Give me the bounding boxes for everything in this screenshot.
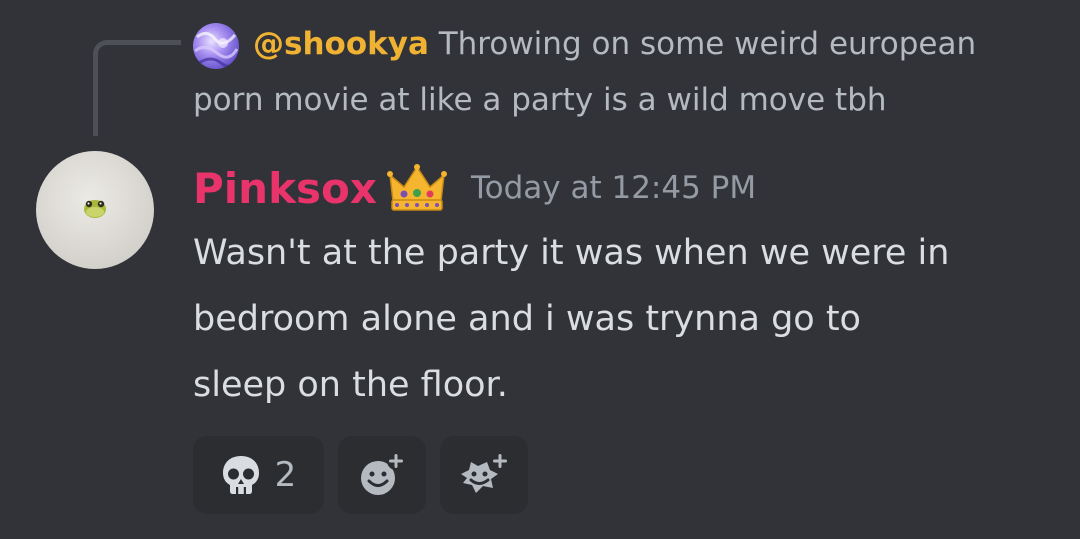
add-reaction-icon [361, 452, 405, 495]
reply-text-line1: Throwing on some weird european [438, 26, 977, 62]
reply-avatar-image [193, 23, 239, 69]
reply-preview-line1[interactable]: @shookya Throwing on some weird european [253, 22, 976, 66]
reply-avatar[interactable] [193, 23, 239, 69]
message-header: Pinksox Today at 12:45 PM [193, 158, 756, 218]
reply-text-line2[interactable]: porn movie at like a party is a wild mov… [193, 78, 887, 122]
add-super-reaction-icon [461, 452, 509, 493]
author-avatar[interactable] [36, 151, 154, 269]
add-reaction-button[interactable] [338, 436, 426, 514]
message-line-1: Wasn't at the party it was when we were … [193, 233, 950, 273]
skull-icon [222, 456, 259, 494]
message-timestamp[interactable]: Today at 12:45 PM [471, 170, 756, 206]
reply-author[interactable]: @shookya [253, 26, 429, 62]
message-line-3: sleep on the floor. [193, 365, 508, 405]
crown-icon [386, 164, 447, 211]
add-super-reaction-button[interactable] [440, 436, 528, 514]
reaction-skull[interactable]: 2 [193, 436, 324, 514]
reaction-skull-count: 2 [274, 455, 297, 495]
reply-connector [93, 40, 181, 136]
message-line-2: bedroom alone and i was trynna go to [193, 299, 861, 339]
message-author[interactable]: Pinksox [193, 164, 377, 213]
author-avatar-image [36, 151, 154, 269]
chat-message: @shookya Throwing on some weird european… [0, 0, 1080, 539]
